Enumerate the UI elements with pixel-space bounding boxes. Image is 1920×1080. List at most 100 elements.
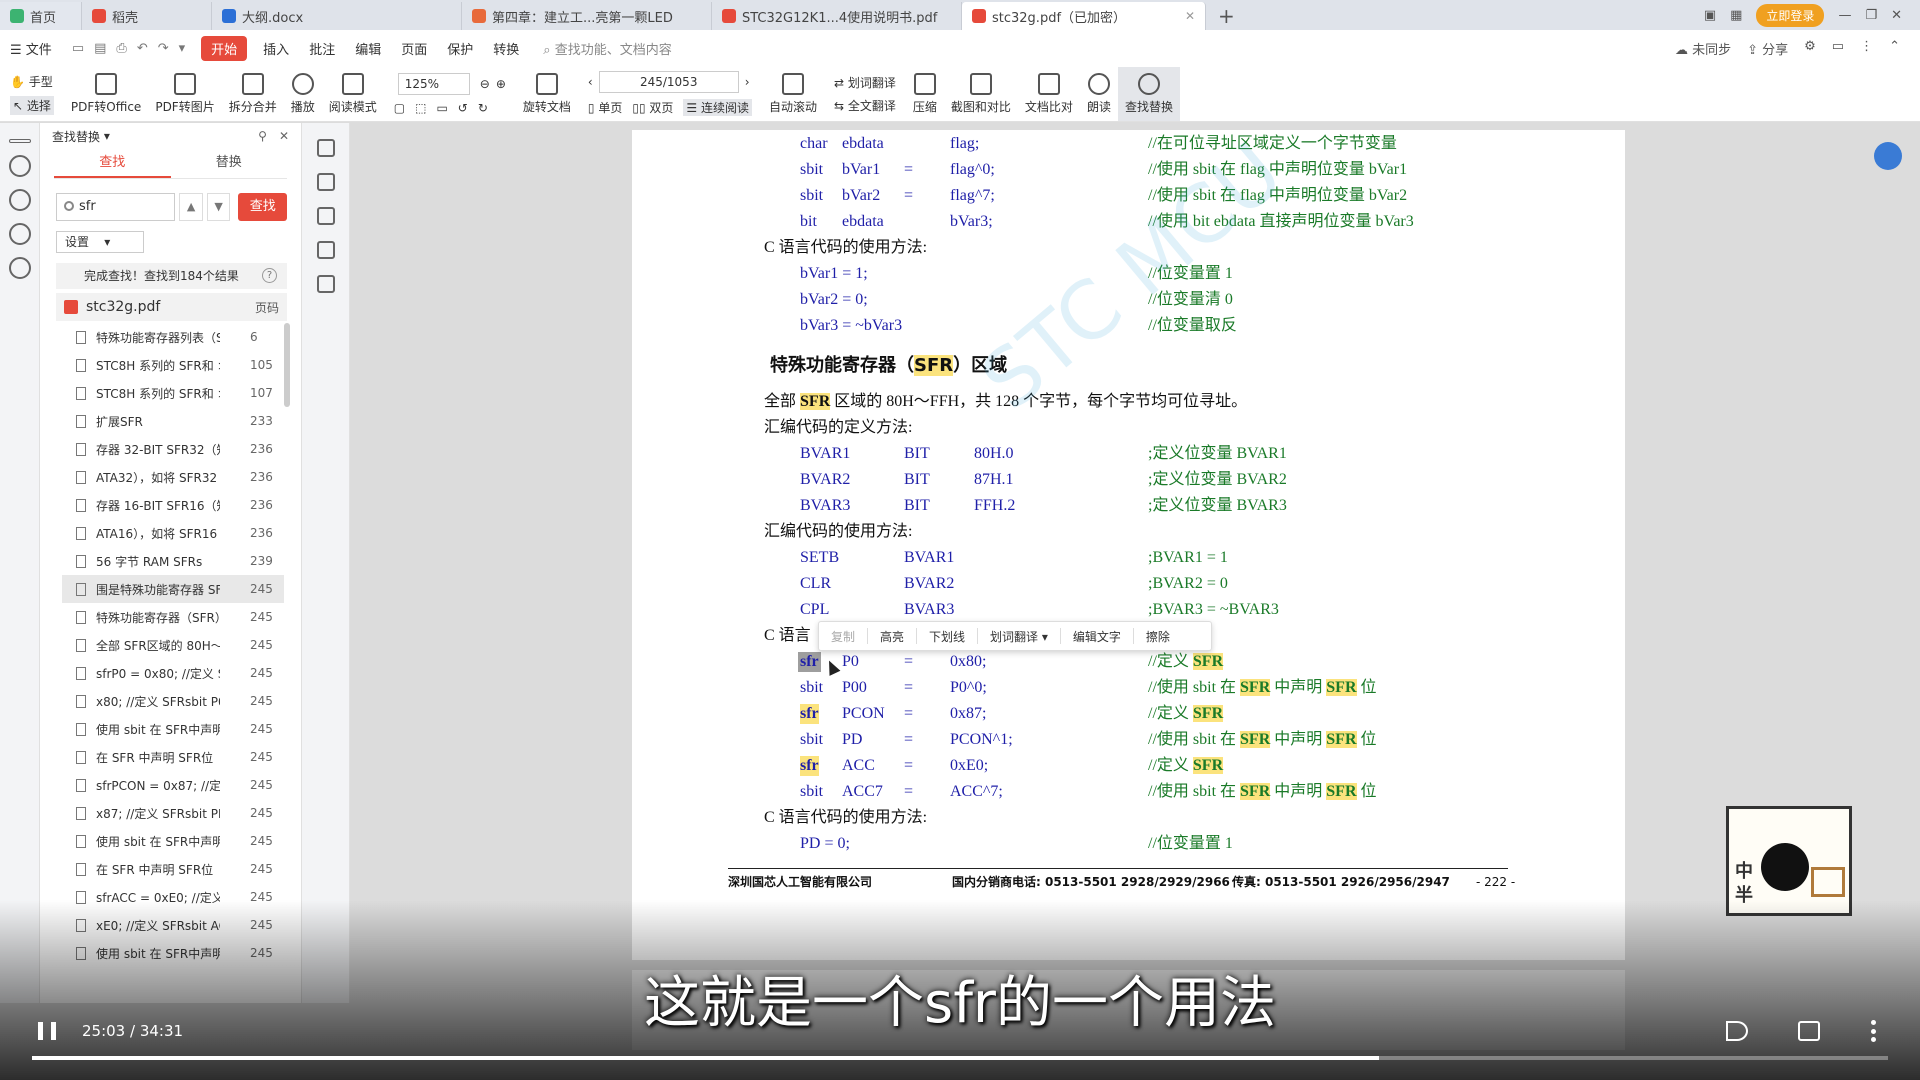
tab-chapter4[interactable]: 第四章：建立工...亮第一颗LED (462, 2, 712, 30)
menu-convert[interactable]: 转换 (483, 39, 529, 58)
tab-find[interactable]: 查找 (54, 149, 171, 178)
help-icon[interactable]: ? (262, 268, 277, 283)
tab-stc32g-pdf[interactable]: stc32g.pdf（已加密） ✕ (962, 2, 1206, 30)
minimize-icon[interactable]: — (1838, 8, 1851, 23)
result-item[interactable]: 存器 16-BIT SFR16（知 236 (62, 491, 284, 519)
page-number-input[interactable]: 245/1053 (598, 71, 739, 93)
result-item[interactable]: 围是特殊功能寄存器 SF 245 (62, 575, 284, 603)
panel-close-icon[interactable]: ✕ (279, 129, 289, 143)
replace-rail-icon[interactable] (8, 189, 31, 211)
doc-compare-button[interactable]: 文档比对 (1018, 67, 1080, 121)
fit-page-icon[interactable]: ▢ (394, 101, 405, 115)
result-item[interactable]: 在 SFR 中声明 SFR位 245 (62, 855, 284, 883)
find-button[interactable]: 查找 (238, 193, 287, 221)
split-merge-button[interactable]: 拆分合并 (222, 67, 284, 121)
read-aloud-button[interactable]: 朗读 (1080, 67, 1118, 121)
filter-rail-icon[interactable] (8, 257, 31, 279)
next-page-icon[interactable]: › (745, 75, 750, 89)
layout-icon[interactable]: ▣ (1704, 8, 1716, 23)
result-item[interactable]: sfrP0 = 0x80; //定义 S 245 (62, 659, 284, 687)
result-item[interactable]: x87; //定义 SFRsbit PD 245 (62, 799, 284, 827)
rotate-doc-button[interactable]: 旋转文档 (516, 67, 578, 121)
erase-menu-item[interactable]: 擦除 (1134, 628, 1182, 645)
function-search[interactable]: ⌕ 查找功能、文档内容 (543, 39, 671, 58)
zoom-select[interactable]: 125% (397, 72, 470, 95)
result-scrollbar[interactable] (284, 323, 290, 407)
menu-edit[interactable]: 编辑 (345, 39, 391, 58)
result-item[interactable]: 存器 32-BIT SFR32（知 236 (62, 435, 284, 463)
pdf-to-image-button[interactable]: PDF转图片 (148, 67, 221, 121)
menu-annotate[interactable]: 批注 (299, 39, 345, 58)
fit-width-icon[interactable]: ⬚ (415, 101, 426, 115)
login-button[interactable]: 立即登录 (1756, 3, 1825, 27)
menu-start[interactable]: 开始 (201, 35, 248, 61)
double-page-button[interactable]: ▯▯ 双页 (632, 99, 673, 116)
highlight-menu-item[interactable]: 高亮 (868, 628, 916, 645)
result-item[interactable]: ATA32），如将 SFR32 236 (62, 463, 284, 491)
word-translate-button[interactable]: ⇄ 划词翻译 (834, 74, 896, 91)
tab-outline-docx[interactable]: 大纲.docx (212, 2, 462, 30)
capture-compare-button[interactable]: 截图和对比 (944, 67, 1018, 121)
help-rail-icon[interactable] (8, 223, 31, 245)
thumbnail-icon[interactable] (316, 173, 335, 191)
sync-status[interactable]: ☁ 未同步 (1675, 39, 1731, 58)
result-item[interactable]: 全部 SFR区域的 80H～ 245 (62, 631, 284, 659)
translate-menu-item[interactable]: 划词翻译 ▾ (978, 628, 1060, 645)
tab-home[interactable]: 首页 (0, 2, 82, 30)
selected-text[interactable]: sfr (798, 652, 821, 672)
attachment-icon[interactable] (316, 241, 335, 259)
grid-icon[interactable]: ▦ (1730, 8, 1742, 23)
rotate-right-icon[interactable]: ↻ (478, 101, 488, 115)
volume-icon[interactable] (1726, 1021, 1748, 1041)
menu-page[interactable]: 页面 (391, 39, 437, 58)
zoom-in-icon[interactable]: ⊕ (496, 77, 506, 91)
auto-scroll-button[interactable]: 自动滚动 (762, 67, 824, 121)
edit-text-menu-item[interactable]: 编辑文字 (1061, 628, 1133, 645)
rotate-left-icon[interactable]: ↺ (458, 101, 468, 115)
search-input[interactable]: sfr (56, 193, 176, 221)
pause-button[interactable] (38, 1022, 56, 1040)
result-item[interactable]: 扩展SFR 233 (62, 407, 284, 435)
result-item[interactable]: STC8H 系列的 SFR和 > 107 (62, 379, 284, 407)
comment-icon[interactable] (316, 207, 335, 225)
hand-tool[interactable]: ✋ 手型 (10, 73, 54, 90)
close-icon[interactable]: ✕ (1185, 9, 1195, 23)
video-progress-bar[interactable] (32, 1056, 1888, 1060)
tab-stc32g12k1-manual[interactable]: STC32G12K1...4使用说明书.pdf (712, 2, 962, 30)
actual-size-icon[interactable]: ▭ (436, 101, 447, 115)
select-tool[interactable]: ↖ 选择 (10, 95, 54, 115)
result-item[interactable]: sfrPCON = 0x87; //定 245 (62, 771, 284, 799)
collapse-icon[interactable]: ⌃ (1889, 39, 1900, 58)
menu-protect[interactable]: 保护 (437, 39, 483, 58)
result-item[interactable]: x80; //定义 SFRsbit P0 245 (62, 687, 284, 715)
new-tab-button[interactable]: + (1206, 2, 1247, 30)
continuous-read-button[interactable]: ☰ 连续阅读 (683, 99, 752, 116)
dropdown-icon[interactable]: ▾ (179, 41, 186, 56)
result-item[interactable]: 特殊功能寄存器（SFR） 245 (62, 603, 284, 631)
close-window-icon[interactable]: ✕ (1891, 8, 1902, 23)
prev-page-icon[interactable]: ‹ (588, 75, 593, 89)
settings-dropdown[interactable]: 设置 ▾ (56, 231, 144, 253)
compress-button[interactable]: 压缩 (906, 67, 944, 121)
share-button[interactable]: ⇪ 分享 (1747, 39, 1788, 58)
find-rail-icon[interactable] (8, 155, 31, 177)
result-item[interactable]: 特殊功能寄存器列表（S 6 (62, 323, 284, 351)
prev-result-button[interactable]: ▲ (179, 193, 203, 221)
open-icon[interactable]: ▭ (72, 41, 84, 56)
pdf-to-office-button[interactable]: PDF转Office (64, 67, 148, 121)
tab-replace[interactable]: 替换 (171, 149, 288, 178)
result-item[interactable]: STC8H 系列的 SFR和 > 105 (62, 351, 284, 379)
redo-icon[interactable]: ↷ (158, 41, 169, 56)
underline-menu-item[interactable]: 下划线 (917, 628, 977, 645)
single-page-button[interactable]: ▯ 单页 (588, 99, 622, 116)
undo-icon[interactable]: ↶ (137, 41, 148, 56)
print-icon[interactable]: ⎙ (116, 41, 126, 56)
file-menu[interactable]: ☰ 文件 (0, 39, 62, 58)
floating-tool-icon[interactable] (1874, 142, 1902, 170)
more-options-icon[interactable] (1870, 1020, 1876, 1042)
more-icon[interactable]: ⋮ (1860, 39, 1873, 58)
result-file-row[interactable]: stc32g.pdf 页码 (56, 293, 287, 321)
fullscreen-exit-icon[interactable] (1798, 1021, 1820, 1041)
result-item[interactable]: 56 字节 RAM SFRs 239 (62, 547, 284, 575)
settings-icon[interactable]: ⚙ (1804, 39, 1816, 58)
